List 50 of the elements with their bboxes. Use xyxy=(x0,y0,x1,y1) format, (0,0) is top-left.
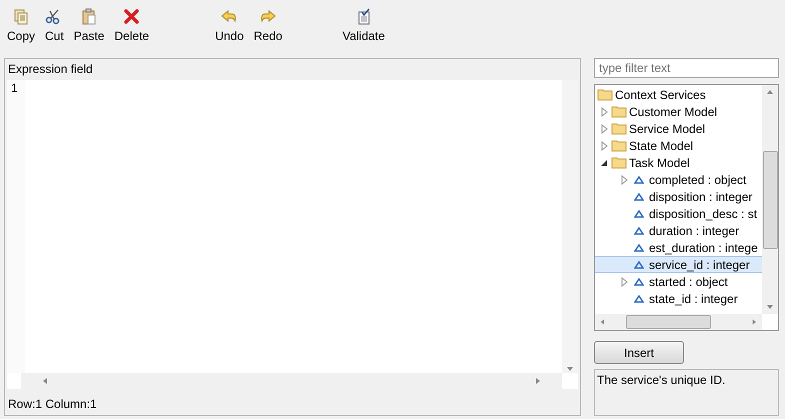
folder-icon xyxy=(611,156,627,169)
tree-item[interactable]: Task Model xyxy=(595,154,762,171)
tree-item[interactable]: Context Services xyxy=(595,86,762,103)
tree-item[interactable]: duration : integer xyxy=(595,222,762,239)
line-number: 1 xyxy=(11,80,19,96)
copy-button[interactable]: Copy xyxy=(4,8,38,43)
cursor-position: Row:1 Column:1 xyxy=(7,396,98,413)
folder-icon xyxy=(611,122,627,135)
arrow-right-icon[interactable] xyxy=(534,377,542,385)
paste-icon xyxy=(80,8,98,26)
copy-icon xyxy=(12,8,30,26)
collapsed-toggle-icon[interactable] xyxy=(599,124,609,134)
collapsed-toggle-icon[interactable] xyxy=(599,140,609,150)
filter-field[interactable]: type filter text xyxy=(594,58,779,78)
scrollbar-thumb[interactable] xyxy=(762,150,778,248)
collapsed-toggle-icon[interactable] xyxy=(619,174,629,184)
panel-title: Expression field xyxy=(7,61,94,78)
description-text: The service's unique ID. xyxy=(594,369,779,416)
expression-editor[interactable]: 1 xyxy=(7,80,578,389)
arrow-down-icon[interactable] xyxy=(566,365,574,373)
arrow-left-icon[interactable] xyxy=(599,318,606,326)
folder-icon xyxy=(611,105,627,118)
collapsed-toggle-icon[interactable] xyxy=(619,276,629,286)
folder-icon xyxy=(611,139,627,152)
delete-icon xyxy=(122,8,141,26)
expanded-toggle-icon[interactable] xyxy=(599,158,609,168)
arrow-up-icon[interactable] xyxy=(766,88,774,96)
tree-item[interactable]: Service Model xyxy=(595,120,762,137)
tree-item[interactable]: service_id : integer xyxy=(595,256,762,273)
arrow-right-icon[interactable] xyxy=(751,318,758,326)
tree-item[interactable]: started : object xyxy=(595,273,762,290)
tree-item[interactable]: State Model xyxy=(595,137,762,154)
tree-item[interactable]: disposition : integer xyxy=(595,188,762,205)
tree-item[interactable]: Customer Model xyxy=(595,103,762,120)
tree-item[interactable]: state_id : integer xyxy=(595,290,762,307)
scrollbar-thumb[interactable] xyxy=(626,315,712,329)
arrow-left-icon[interactable] xyxy=(41,377,49,385)
validate-button[interactable]: Validate xyxy=(339,8,388,43)
delete-button[interactable]: Delete xyxy=(111,8,152,43)
arrow-down-icon[interactable] xyxy=(766,303,774,311)
paste-button[interactable]: Paste xyxy=(70,8,108,43)
folder-icon xyxy=(597,88,613,101)
redo-button[interactable]: Redo xyxy=(250,8,286,43)
tree-item[interactable]: disposition_desc : st xyxy=(595,205,762,222)
collapsed-toggle-icon[interactable] xyxy=(599,106,609,116)
cut-button[interactable]: Cut xyxy=(42,8,67,43)
insert-button[interactable]: Insert xyxy=(594,341,684,364)
tree-item[interactable]: est_duration : intege xyxy=(595,239,762,256)
tree-item[interactable]: completed : object xyxy=(595,171,762,188)
undo-button[interactable]: Undo xyxy=(212,8,247,43)
